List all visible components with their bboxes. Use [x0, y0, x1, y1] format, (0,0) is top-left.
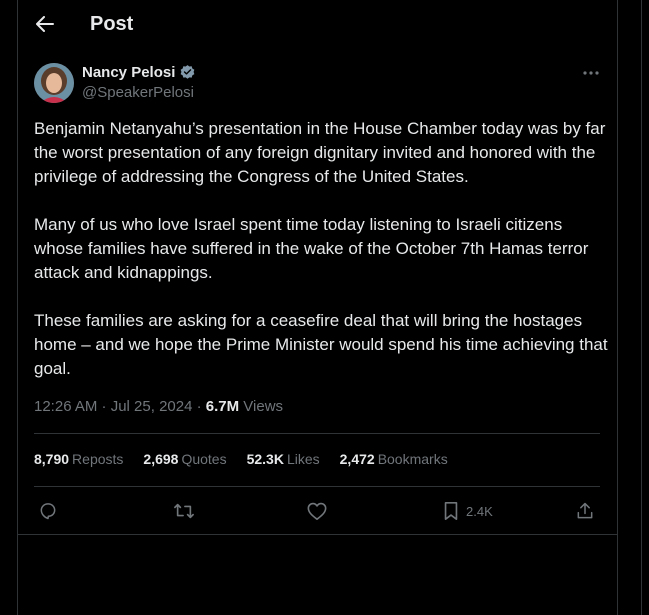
bookmarks-count: 2,472: [339, 451, 375, 467]
likes-stat[interactable]: 52.3K Likes: [247, 451, 320, 467]
like-icon: [307, 502, 327, 520]
reply-button[interactable]: [38, 496, 58, 526]
bookmark-icon: [444, 502, 458, 520]
left-column-border: [17, 0, 18, 615]
repost-icon: [174, 503, 194, 519]
avatar[interactable]: [34, 63, 74, 103]
sidebar-edge: [641, 0, 642, 615]
likes-count: 52.3K: [246, 451, 284, 467]
repost-button[interactable]: [173, 496, 195, 526]
action-bar: 2.4K: [34, 496, 600, 526]
quotes-label: Quotes: [181, 451, 227, 467]
back-button[interactable]: [32, 9, 58, 39]
post-paragraph: Benjamin Netanyahu’s presentation in the…: [34, 119, 606, 186]
post-text: Benjamin Netanyahu’s presentation in the…: [34, 117, 609, 405]
verified-badge-icon: [181, 65, 195, 79]
divider: [34, 486, 600, 487]
author-handle[interactable]: @SpeakerPelosi: [82, 84, 194, 101]
bookmark-button[interactable]: 2.4K: [442, 496, 493, 526]
post-paragraph: These families are asking for a ceasefir…: [34, 311, 608, 378]
avatar-image: [34, 63, 74, 103]
share-icon: [577, 502, 593, 519]
post-header: Post: [18, 0, 617, 50]
bookmark-count: 2.4K: [466, 503, 493, 519]
more-icon: [583, 71, 599, 75]
engagement-stats: 8,790 Reposts 2,698 Quotes 52.3K Likes 2,47…: [34, 451, 448, 467]
more-options-button[interactable]: [578, 62, 604, 84]
page-title: Post: [90, 13, 134, 35]
likes-label: Likes: [286, 451, 320, 467]
post-timestamp[interactable]: 12:26 AM · Jul 25, 2024 ·: [34, 398, 206, 415]
reposts-count: 8,790: [34, 451, 70, 467]
reposts-label: Reposts: [72, 451, 124, 467]
bookmarks-stat[interactable]: 2,472 Bookmarks: [340, 451, 448, 467]
views-label: Views: [239, 398, 284, 415]
quotes-count: 2,698: [143, 451, 179, 467]
post-meta: 12:26 AM · Jul 25, 2024 · 6.7M Views: [34, 398, 283, 415]
bookmarks-label: Bookmarks: [377, 451, 448, 467]
right-column-border: [617, 0, 618, 615]
reposts-stat[interactable]: 8,790 Reposts: [34, 451, 123, 467]
post-paragraph: Many of us who love Israel spent time to…: [34, 215, 589, 282]
divider: [34, 433, 600, 434]
like-button[interactable]: [306, 496, 328, 526]
views-count[interactable]: 6.7M: [206, 398, 239, 415]
quotes-stat[interactable]: 2,698 Quotes: [143, 451, 226, 467]
author-name[interactable]: Nancy Pelosi: [82, 64, 196, 81]
back-arrow-icon: [36, 16, 54, 32]
reply-icon: [40, 503, 56, 520]
author-name-text: Nancy Pelosi: [82, 64, 176, 81]
share-button[interactable]: [575, 496, 595, 526]
post-bottom-border: [18, 534, 617, 535]
